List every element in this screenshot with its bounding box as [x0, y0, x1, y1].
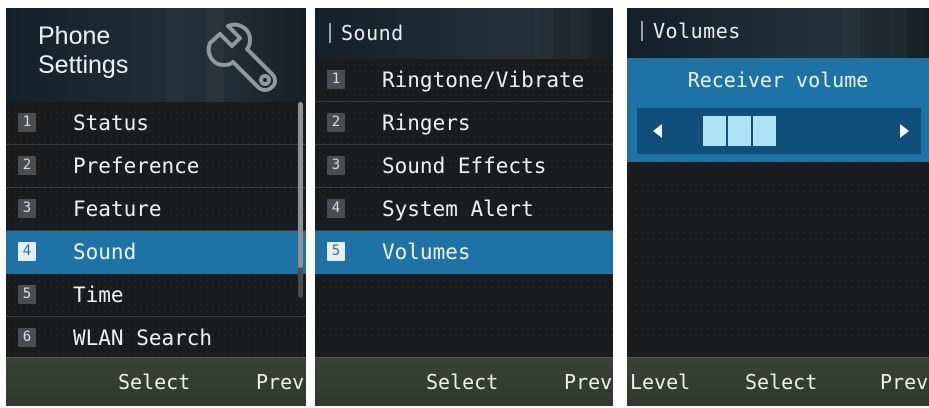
settings-menu-list: 1 Status 2 Preference 3 Feature 4 Sound … — [6, 102, 306, 360]
volumes-header: Volumes — [627, 8, 929, 58]
menu-scrollbar[interactable] — [298, 102, 303, 298]
sound-menu-list: 1 Ringtone/Vibrate 2 Ringers 3 Sound Eff… — [315, 59, 613, 274]
phone-settings-screen: Phone Settings 1 Status 2 Preference 3 F… — [6, 8, 306, 406]
menu-item-volumes[interactable]: 5 Volumes — [315, 231, 613, 274]
item-number-badge: 3 — [18, 199, 36, 218]
menu-item-time[interactable]: 5 Time — [6, 274, 306, 317]
menu-item-wlan-search[interactable]: 6 WLAN Search — [6, 317, 306, 360]
menu-item-label: System Alert — [382, 197, 534, 221]
item-number-badge: 4 — [327, 199, 345, 218]
page-title-text: Volumes — [653, 19, 741, 43]
menu-item-label: Ringers — [382, 111, 471, 135]
receiver-volume-label: Receiver volume — [687, 68, 869, 92]
item-number-badge: 4 — [18, 242, 36, 261]
softkey-prev[interactable]: Prev — [564, 370, 612, 394]
softkey-select[interactable]: Select — [745, 370, 817, 394]
menu-item-system-alert[interactable]: 4 System Alert — [315, 188, 613, 231]
menu-item-feature[interactable]: 3 Feature — [6, 188, 306, 231]
menu-item-label: WLAN Search — [73, 326, 213, 350]
sound-header: Sound — [315, 8, 613, 59]
page-title: Phone Settings — [38, 22, 128, 80]
scrollbar-thumb[interactable] — [298, 102, 303, 268]
softkey-bar: Level Select Prev — [627, 357, 929, 406]
page-title-line-2: Settings — [38, 51, 129, 79]
page-title: Sound — [329, 21, 404, 45]
menu-item-ringtone-vibrate[interactable]: 1 Ringtone/Vibrate — [315, 59, 613, 102]
softkey-bar: Select Prev — [6, 357, 306, 406]
item-number-badge: 6 — [18, 328, 36, 347]
item-number-badge: 5 — [18, 285, 36, 304]
softkey-select[interactable]: Select — [118, 370, 190, 394]
page-title: Volumes — [641, 19, 741, 43]
phone-settings-header: Phone Settings — [6, 8, 306, 102]
menu-item-sound[interactable]: 4 Sound — [6, 231, 306, 274]
menu-item-label: Volumes — [382, 240, 471, 264]
item-number-badge: 2 — [18, 156, 36, 175]
item-number-badge: 1 — [18, 113, 36, 132]
menu-item-label: Time — [73, 283, 124, 307]
softkey-bar: Select Prev — [315, 357, 613, 406]
item-number-badge: 3 — [327, 156, 345, 175]
menu-item-sound-effects[interactable]: 3 Sound Effects — [315, 145, 613, 188]
item-number-badge: 5 — [327, 242, 345, 261]
sound-screen: Sound 1 Ringtone/Vibrate 2 Ringers 3 Sou… — [315, 8, 613, 406]
item-number-badge: 2 — [327, 113, 345, 132]
menu-item-label: Ringtone/Vibrate — [382, 68, 585, 92]
menu-item-status[interactable]: 1 Status — [6, 102, 306, 145]
wrench-settings-icon — [206, 22, 277, 92]
page-title-text: Sound — [341, 21, 404, 45]
arrow-left-icon[interactable] — [653, 124, 662, 138]
softkey-select[interactable]: Select — [426, 370, 498, 394]
volume-level-segment — [728, 116, 751, 146]
menu-item-label: Sound Effects — [382, 154, 547, 178]
volume-level-segment — [753, 116, 776, 146]
menu-item-label: Sound — [73, 240, 137, 264]
menu-item-label: Preference — [73, 154, 200, 178]
softkey-prev[interactable]: Prev — [256, 370, 304, 394]
volume-slider[interactable] — [637, 108, 921, 154]
softkey-prev[interactable]: Prev — [880, 370, 928, 394]
menu-item-label: Feature — [73, 197, 162, 221]
item-number-badge: 1 — [327, 70, 345, 89]
volumes-screen: Volumes Receiver volume Level Select Pre… — [627, 8, 929, 406]
volume-level-segment — [703, 116, 726, 146]
page-title-line-1: Phone — [38, 22, 111, 50]
menu-item-ringers[interactable]: 2 Ringers — [315, 102, 613, 145]
menu-item-preference[interactable]: 2 Preference — [6, 145, 306, 188]
title-divider — [329, 23, 331, 43]
softkey-level[interactable]: Level — [630, 370, 690, 394]
menu-item-label: Status — [73, 111, 149, 135]
title-divider — [641, 21, 643, 41]
receiver-volume-panel: Receiver volume — [627, 58, 929, 162]
arrow-right-icon[interactable] — [900, 124, 909, 138]
